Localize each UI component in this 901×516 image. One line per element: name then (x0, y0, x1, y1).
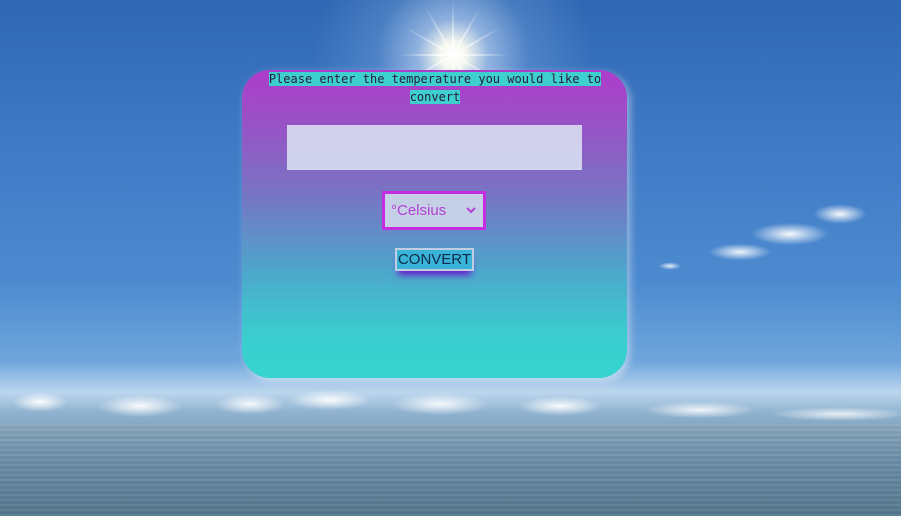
cloud-image (690, 200, 870, 275)
sea-image (0, 424, 901, 516)
convert-button[interactable]: CONVERT (395, 248, 474, 271)
prompt-text: Please enter the temperature you would l… (268, 70, 602, 106)
unit-select[interactable]: °Celsius (382, 191, 486, 230)
prompt-label: Please enter the temperature you would l… (268, 72, 602, 104)
unit-select-value: °Celsius (391, 202, 447, 219)
cloud-image (655, 260, 685, 272)
horizon-clouds-image (0, 372, 901, 424)
chevron-down-icon (465, 205, 477, 217)
temperature-input[interactable] (287, 125, 582, 170)
